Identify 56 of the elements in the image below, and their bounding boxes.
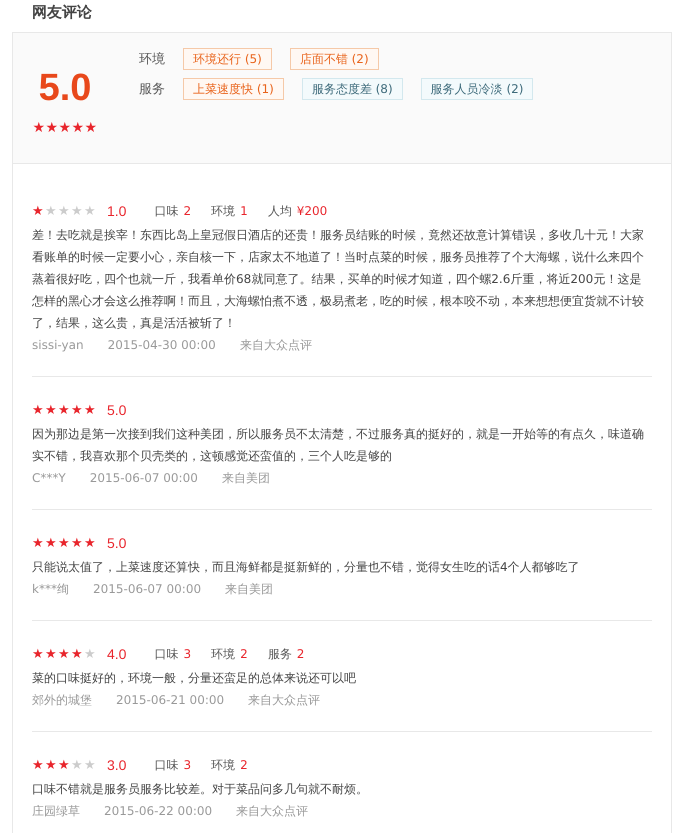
- review-date: 2015-06-07 00:00: [90, 470, 198, 487]
- detail-value: 3: [183, 758, 192, 772]
- detail-label: 口味: [154, 646, 178, 662]
- review-tag[interactable]: 上菜速度快 (1): [183, 78, 284, 100]
- star-rating: ★★★★★: [32, 648, 97, 660]
- detail-label: 环境: [211, 202, 236, 220]
- review-score: 1.0: [107, 203, 126, 219]
- detail-value: 3: [183, 647, 192, 661]
- detail-label: 人均: [268, 202, 292, 220]
- detail-label: 环境: [211, 646, 236, 662]
- review-date: 2015-06-07 00:00: [92, 581, 202, 598]
- review-author: 庄园绿草: [32, 803, 80, 820]
- review-date: 2015-04-30 00:00: [108, 337, 216, 354]
- review-source: 来自美团: [225, 581, 274, 598]
- average-score: 5.0: [38, 69, 92, 107]
- review-score: 5.0: [107, 402, 126, 418]
- detail-value: 2: [183, 204, 192, 218]
- review-score: 4.0: [107, 646, 126, 662]
- review-author: sissi-yan: [32, 337, 84, 354]
- review-source: 来自美团: [222, 470, 270, 487]
- detail-value: 2: [240, 758, 248, 772]
- review-text: 因为那边是第一次接到我们这种美团，所以服务员不太清楚，不过服务真的挺好的，就是一开始等的有点久，味道确实不错，我喜欢那个贝壳类的，这顿感觉还蛮值的，三个人吃是够的: [32, 426, 645, 465]
- review-source: 来自大众点评: [248, 692, 320, 709]
- star-rating: ★★★★★: [32, 204, 97, 218]
- review-score: 3.0: [107, 757, 126, 773]
- detail-label: 服务: [268, 646, 292, 662]
- star-rating: ★★★★★: [32, 404, 97, 416]
- review-date: 2015-06-22 00:00: [104, 803, 212, 820]
- review-source: 来自大众点评: [240, 337, 312, 354]
- detail-value: 2: [240, 647, 248, 661]
- review-author: k***绚: [32, 581, 69, 598]
- tag-group-label: 环境: [139, 51, 166, 68]
- detail-label: 环境: [211, 756, 236, 774]
- review-date: 2015-06-21 00:00: [116, 692, 224, 709]
- review-text: 差！去吃就是挨宰！东西比岛上皇冠假日酒店的还贵！服务员结账的时候，竟然还故意计算错误，多收几十元！大家看账单的时候一定要小心，亲自核一下，店家太不地道了！当时点菜的时候，服务员推荐了个大海螺，说什么来四个蒸着很好吃，四个也就一斤，我看单价68就同意了。结果，买单的时候才知道，四个螺2.6斤重，将近200元！这是怎样的黑心才会这么推荐啊！而且，大海螺怕煮不透，极易煮老，吃的时候，根本咬不动，本来想想便宜货就不计较了，结果，这么贵，真是活活被斩了！: [32, 227, 645, 332]
- review-text: 只能说太值了，上菜速度还算快，而且海鲜都是挺新鲜的，分量也不错，觉得女生吃的话4个人都够吃了: [32, 559, 581, 576]
- review-tag[interactable]: 服务人员冷淡 (2): [420, 78, 534, 100]
- star-rating: ★★★★★: [32, 121, 98, 135]
- detail-value: ¥200: [296, 204, 328, 218]
- review-text: 菜的口味挺好的，环境一般，分量还蛮足的总体来说还可以吧: [32, 670, 357, 687]
- review-tag[interactable]: 服务态度差 (8): [302, 78, 403, 100]
- star-rating: ★★★★★: [32, 536, 97, 550]
- review-tag[interactable]: 店面不错 (2): [290, 48, 379, 70]
- detail-value: 1: [240, 204, 248, 218]
- review-text: 口味不错就是服务员服务比较差。对于菜品问多几句就不耐烦。: [32, 781, 369, 798]
- review-score: 5.0: [107, 535, 126, 551]
- detail-label: 口味: [154, 756, 178, 774]
- detail-value: 2: [296, 647, 304, 661]
- star-rating: ★★★★★: [32, 758, 97, 772]
- review-tag[interactable]: 环境还行 (5): [183, 48, 272, 70]
- review-author: C***Y: [32, 470, 66, 487]
- tag-group-label: 服务: [139, 81, 166, 98]
- detail-label: 口味: [154, 202, 178, 220]
- review-source: 来自大众点评: [236, 803, 308, 820]
- section-title: 网友评论: [31, 2, 93, 23]
- review-author: 郊外的城堡: [32, 692, 92, 709]
